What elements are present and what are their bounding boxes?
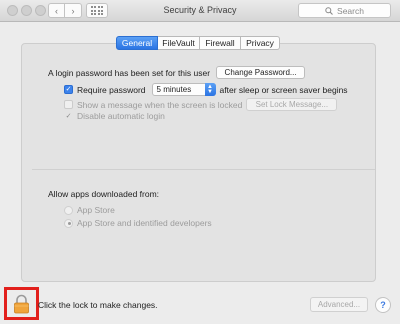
login-password-row: A login password has been set for this u… bbox=[48, 66, 306, 79]
lock-button[interactable] bbox=[4, 287, 39, 320]
require-password-suffix: after sleep or screen saver begins bbox=[219, 84, 348, 95]
help-icon: ? bbox=[380, 300, 386, 310]
disable-auto-login-label: Disable automatic login bbox=[77, 111, 165, 121]
lock-instruction: Click the lock to make changes. bbox=[38, 300, 158, 310]
help-button[interactable]: ? bbox=[375, 297, 391, 313]
advanced-button[interactable]: Advanced... bbox=[310, 297, 368, 312]
apps-heading: Allow apps downloaded from: bbox=[48, 189, 160, 199]
require-password-delay-select[interactable]: 5 minutes ▲ ▼ bbox=[151, 83, 216, 96]
app-store-option: App Store bbox=[64, 205, 115, 215]
show-message-row: Show a message when the screen is locked… bbox=[64, 98, 338, 111]
require-password-label: Require password bbox=[77, 84, 146, 95]
search-field[interactable]: Search bbox=[298, 3, 391, 18]
apps-heading-row: Allow apps downloaded from: bbox=[48, 189, 159, 199]
app-store-radio[interactable] bbox=[64, 205, 73, 215]
login-password-text: A login password has been set for this u… bbox=[48, 67, 211, 78]
disable-auto-login-checkbox[interactable]: ✓ bbox=[64, 112, 73, 121]
identified-developers-radio[interactable] bbox=[64, 218, 73, 228]
require-password-checkbox[interactable]: ✓ bbox=[64, 85, 73, 94]
disable-auto-login-row: ✓ Disable automatic login bbox=[64, 111, 165, 121]
set-lock-message-button[interactable]: Set Lock Message... bbox=[246, 98, 338, 111]
require-password-delay-value: 5 minutes bbox=[156, 85, 192, 94]
tab-firewall[interactable]: Firewall bbox=[200, 36, 241, 50]
identified-developers-option: App Store and identified developers bbox=[64, 218, 212, 228]
tab-general[interactable]: General bbox=[116, 36, 158, 50]
tab-privacy[interactable]: Privacy bbox=[241, 36, 280, 50]
section-divider bbox=[32, 169, 375, 170]
identified-developers-label: App Store and identified developers bbox=[77, 218, 212, 228]
tab-bar: General FileVault Firewall Privacy bbox=[116, 36, 280, 50]
lock-icon bbox=[14, 294, 29, 313]
stepper-arrows-icon: ▲ ▼ bbox=[204, 83, 216, 96]
require-password-row: ✓ Require password 5 minutes ▲ ▼ after sl… bbox=[64, 83, 348, 96]
search-icon bbox=[325, 6, 333, 15]
search-placeholder: Search bbox=[337, 5, 364, 16]
app-store-label: App Store bbox=[77, 205, 115, 215]
tab-filevault[interactable]: FileVault bbox=[158, 36, 200, 50]
change-password-button[interactable]: Change Password... bbox=[216, 66, 306, 79]
show-message-label: Show a message when the screen is locked bbox=[77, 99, 243, 110]
show-message-checkbox[interactable] bbox=[64, 100, 73, 109]
title-bar: ‹ › Security & Privacy Search bbox=[0, 0, 400, 22]
